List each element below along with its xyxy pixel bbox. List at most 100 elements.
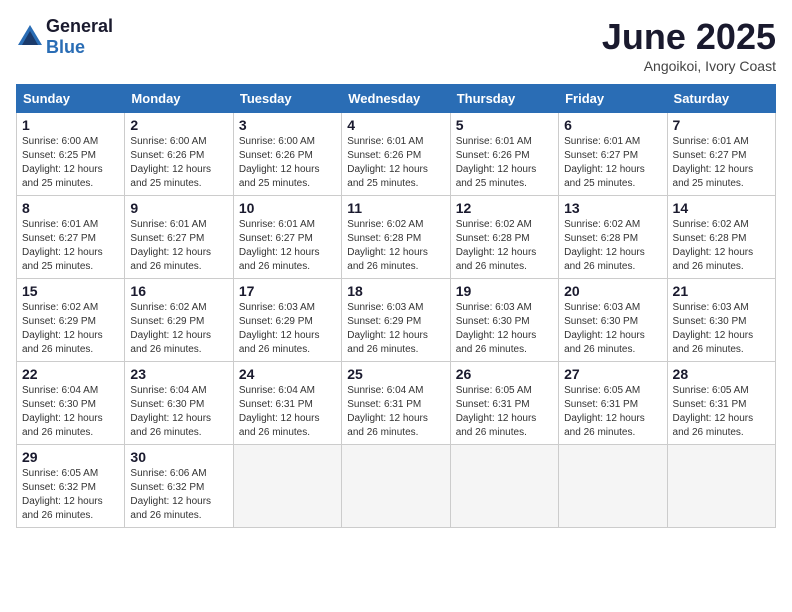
calendar-cell (450, 445, 558, 528)
day-info: Sunrise: 6:01 AM Sunset: 6:26 PM Dayligh… (456, 135, 553, 191)
logo-icon (16, 23, 44, 51)
header-cell-saturday: Saturday (667, 85, 775, 113)
day-number: 16 (130, 283, 227, 299)
day-info: Sunrise: 6:03 AM Sunset: 6:30 PM Dayligh… (456, 301, 553, 357)
day-number: 17 (239, 283, 336, 299)
logo: General Blue (16, 16, 113, 58)
calendar-cell: 19 Sunrise: 6:03 AM Sunset: 6:30 PM Dayli… (450, 279, 558, 362)
calendar-cell: 23Sunrise: 6:04 AM Sunset: 6:30 PM Dayli… (125, 362, 233, 445)
logo-blue: Blue (46, 37, 85, 57)
day-number: 14 (673, 200, 770, 216)
day-info: Sunrise: 6:00 AM Sunset: 6:26 PM Dayligh… (239, 135, 336, 191)
calendar-cell: 22Sunrise: 6:04 AM Sunset: 6:30 PM Dayli… (17, 362, 125, 445)
calendar-cell: 9 Sunrise: 6:01 AM Sunset: 6:27 PM Daylig… (125, 196, 233, 279)
calendar-cell: 1 Sunrise: 6:00 AM Sunset: 6:25 PM Daylig… (17, 113, 125, 196)
header-cell-friday: Friday (559, 85, 667, 113)
calendar-cell: 4 Sunrise: 6:01 AM Sunset: 6:26 PM Daylig… (342, 113, 450, 196)
calendar-cell: 8Sunrise: 6:01 AM Sunset: 6:27 PM Daylig… (17, 196, 125, 279)
week-row-4: 22Sunrise: 6:04 AM Sunset: 6:30 PM Dayli… (17, 362, 776, 445)
day-info: Sunrise: 6:05 AM Sunset: 6:31 PM Dayligh… (673, 384, 770, 440)
calendar-cell: 26Sunrise: 6:05 AM Sunset: 6:31 PM Dayli… (450, 362, 558, 445)
day-info: Sunrise: 6:01 AM Sunset: 6:27 PM Dayligh… (673, 135, 770, 191)
location-title: Angoikoi, Ivory Coast (602, 58, 776, 74)
day-info: Sunrise: 6:02 AM Sunset: 6:29 PM Dayligh… (22, 301, 119, 357)
day-info: Sunrise: 6:06 AM Sunset: 6:32 PM Dayligh… (130, 467, 227, 523)
header-row: SundayMondayTuesdayWednesdayThursdayFrid… (17, 85, 776, 113)
calendar-cell: 10Sunrise: 6:01 AM Sunset: 6:27 PM Dayli… (233, 196, 341, 279)
day-info: Sunrise: 6:03 AM Sunset: 6:30 PM Dayligh… (564, 301, 661, 357)
day-number: 24 (239, 366, 336, 382)
day-number: 26 (456, 366, 553, 382)
calendar-cell: 29 Sunrise: 6:05 AM Sunset: 6:32 PM Dayli… (17, 445, 125, 528)
calendar-cell: 5 Sunrise: 6:01 AM Sunset: 6:26 PM Daylig… (450, 113, 558, 196)
calendar-cell (559, 445, 667, 528)
day-number: 8 (22, 200, 119, 216)
day-number: 1 (22, 117, 119, 133)
calendar-cell: 3 Sunrise: 6:00 AM Sunset: 6:26 PM Daylig… (233, 113, 341, 196)
day-number: 19 (456, 283, 553, 299)
day-info: Sunrise: 6:02 AM Sunset: 6:28 PM Dayligh… (673, 218, 770, 274)
header: General Blue June 2025 Angoikoi, Ivory C… (16, 16, 776, 74)
calendar-cell (233, 445, 341, 528)
calendar-cell: 24 Sunrise: 6:04 AM Sunset: 6:31 PM Dayli… (233, 362, 341, 445)
header-cell-tuesday: Tuesday (233, 85, 341, 113)
header-cell-wednesday: Wednesday (342, 85, 450, 113)
week-row-5: 29 Sunrise: 6:05 AM Sunset: 6:32 PM Dayli… (17, 445, 776, 528)
month-title: June 2025 (602, 16, 776, 58)
logo-text: General Blue (46, 16, 113, 58)
header-cell-sunday: Sunday (17, 85, 125, 113)
day-info: Sunrise: 6:03 AM Sunset: 6:29 PM Dayligh… (347, 301, 444, 357)
day-info: Sunrise: 6:01 AM Sunset: 6:27 PM Dayligh… (564, 135, 661, 191)
calendar-cell: 25Sunrise: 6:04 AM Sunset: 6:31 PM Dayli… (342, 362, 450, 445)
header-cell-thursday: Thursday (450, 85, 558, 113)
day-info: Sunrise: 6:04 AM Sunset: 6:31 PM Dayligh… (239, 384, 336, 440)
calendar-cell: 28Sunrise: 6:05 AM Sunset: 6:31 PM Dayli… (667, 362, 775, 445)
calendar-cell: 18 Sunrise: 6:03 AM Sunset: 6:29 PM Dayli… (342, 279, 450, 362)
day-number: 25 (347, 366, 444, 382)
day-number: 12 (456, 200, 553, 216)
day-info: Sunrise: 6:00 AM Sunset: 6:25 PM Dayligh… (22, 135, 119, 191)
calendar-cell: 17 Sunrise: 6:03 AM Sunset: 6:29 PM Dayli… (233, 279, 341, 362)
calendar-cell: 30Sunrise: 6:06 AM Sunset: 6:32 PM Dayli… (125, 445, 233, 528)
calendar-cell: 2 Sunrise: 6:00 AM Sunset: 6:26 PM Daylig… (125, 113, 233, 196)
day-number: 7 (673, 117, 770, 133)
week-row-3: 15 Sunrise: 6:02 AM Sunset: 6:29 PM Dayli… (17, 279, 776, 362)
day-number: 11 (347, 200, 444, 216)
calendar-cell: 11 Sunrise: 6:02 AM Sunset: 6:28 PM Dayli… (342, 196, 450, 279)
day-number: 5 (456, 117, 553, 133)
day-number: 10 (239, 200, 336, 216)
day-info: Sunrise: 6:03 AM Sunset: 6:30 PM Dayligh… (673, 301, 770, 357)
calendar-cell: 12 Sunrise: 6:02 AM Sunset: 6:28 PM Dayli… (450, 196, 558, 279)
title-area: June 2025 Angoikoi, Ivory Coast (602, 16, 776, 74)
day-info: Sunrise: 6:02 AM Sunset: 6:28 PM Dayligh… (564, 218, 661, 274)
calendar-cell: 20Sunrise: 6:03 AM Sunset: 6:30 PM Dayli… (559, 279, 667, 362)
calendar-cell: 16Sunrise: 6:02 AM Sunset: 6:29 PM Dayli… (125, 279, 233, 362)
calendar-cell: 27Sunrise: 6:05 AM Sunset: 6:31 PM Dayli… (559, 362, 667, 445)
day-number: 2 (130, 117, 227, 133)
calendar-cell: 13 Sunrise: 6:02 AM Sunset: 6:28 PM Dayli… (559, 196, 667, 279)
day-number: 15 (22, 283, 119, 299)
day-number: 29 (22, 449, 119, 465)
calendar-cell: 6 Sunrise: 6:01 AM Sunset: 6:27 PM Daylig… (559, 113, 667, 196)
day-number: 6 (564, 117, 661, 133)
calendar-table: SundayMondayTuesdayWednesdayThursdayFrid… (16, 84, 776, 528)
week-row-1: 1 Sunrise: 6:00 AM Sunset: 6:25 PM Daylig… (17, 113, 776, 196)
day-info: Sunrise: 6:00 AM Sunset: 6:26 PM Dayligh… (130, 135, 227, 191)
calendar-cell (342, 445, 450, 528)
day-info: Sunrise: 6:01 AM Sunset: 6:27 PM Dayligh… (130, 218, 227, 274)
calendar-cell: 7 Sunrise: 6:01 AM Sunset: 6:27 PM Daylig… (667, 113, 775, 196)
day-number: 18 (347, 283, 444, 299)
day-number: 23 (130, 366, 227, 382)
day-number: 4 (347, 117, 444, 133)
day-number: 13 (564, 200, 661, 216)
day-number: 9 (130, 200, 227, 216)
day-info: Sunrise: 6:05 AM Sunset: 6:32 PM Dayligh… (22, 467, 119, 523)
day-info: Sunrise: 6:03 AM Sunset: 6:29 PM Dayligh… (239, 301, 336, 357)
day-info: Sunrise: 6:01 AM Sunset: 6:26 PM Dayligh… (347, 135, 444, 191)
day-info: Sunrise: 6:02 AM Sunset: 6:28 PM Dayligh… (347, 218, 444, 274)
week-row-2: 8 Sunrise: 6:01 AM Sunset: 6:27 PM Daylig… (17, 196, 776, 279)
day-number: 21 (673, 283, 770, 299)
day-info: Sunrise: 6:02 AM Sunset: 6:28 PM Dayligh… (456, 218, 553, 274)
day-number: 3 (239, 117, 336, 133)
day-number: 27 (564, 366, 661, 382)
